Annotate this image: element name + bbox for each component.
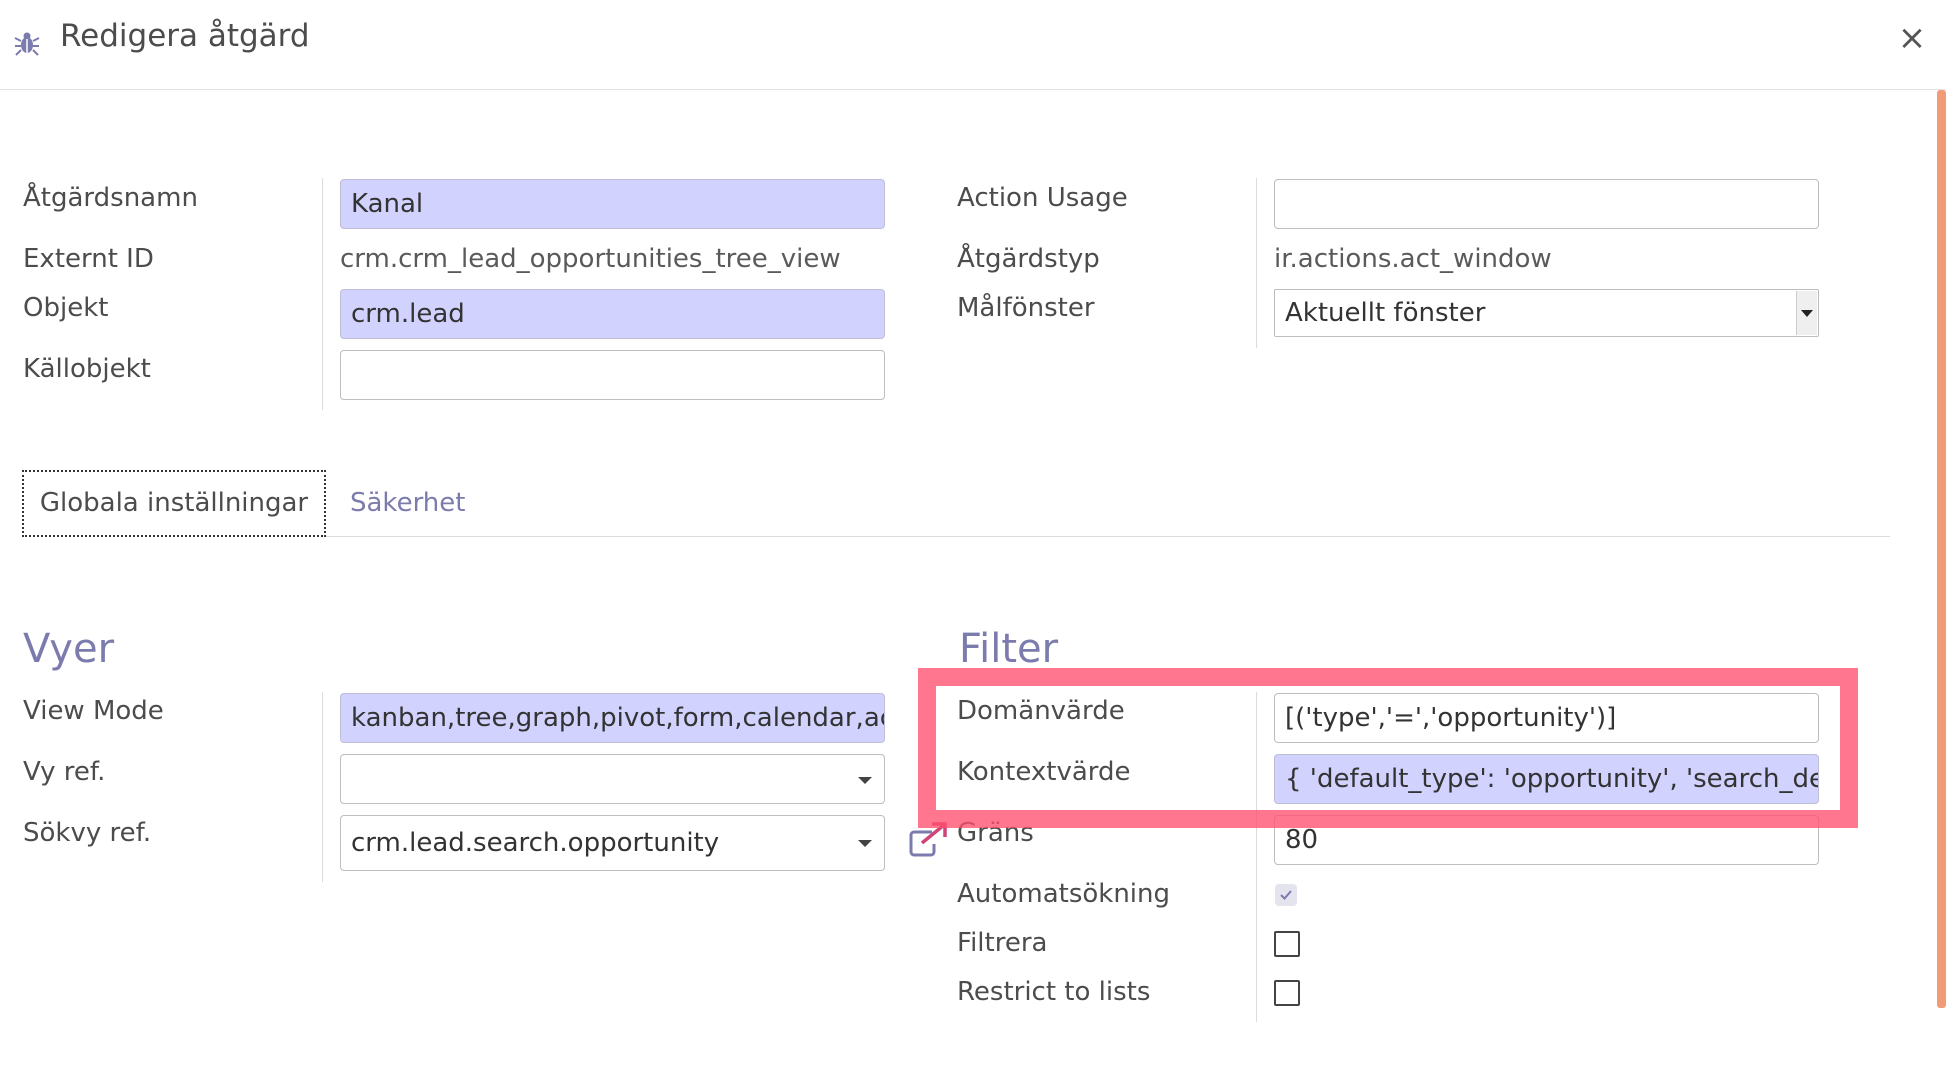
action-usage-input[interactable]	[1274, 179, 1819, 229]
context-input[interactable]: { 'default_type': 'opportunity', 'search…	[1274, 754, 1819, 804]
filter-flag-checkbox[interactable]	[1274, 931, 1300, 957]
action-type-label: Åtgärdstyp	[957, 244, 1100, 274]
context-label: Kontextvärde	[957, 757, 1131, 787]
column-divider	[1256, 178, 1257, 348]
action-name-input[interactable]: Kanal	[340, 179, 885, 229]
domain-input[interactable]: [('type','=','opportunity')]	[1274, 693, 1819, 743]
view-ref-select[interactable]	[340, 754, 885, 804]
auto-search-label: Automatsökning	[957, 879, 1171, 909]
dialog-title: Redigera åtgärd	[60, 18, 310, 54]
view-mode-input[interactable]: kanban,tree,graph,pivot,form,calendar,ac…	[340, 693, 885, 743]
auto-search-checkbox[interactable]	[1275, 884, 1297, 906]
external-id-label: Externt ID	[23, 244, 154, 274]
action-type-value: ir.actions.act_window	[1274, 244, 1552, 274]
filter-section-title: Filter	[959, 626, 1059, 672]
column-divider	[322, 692, 323, 882]
chevron-down-icon	[858, 777, 872, 784]
tab-global-settings[interactable]: Globala inställningar	[22, 470, 326, 537]
search-view-ref-label: Sökvy ref.	[23, 818, 152, 848]
restrict-to-lists-checkbox[interactable]	[1274, 980, 1300, 1006]
filter-flag-label: Filtrera	[957, 928, 1048, 958]
chevron-down-icon	[858, 840, 872, 847]
source-object-input[interactable]	[340, 350, 885, 400]
check-icon	[1280, 890, 1292, 900]
external-link-icon[interactable]	[908, 822, 948, 858]
tab-security[interactable]: Säkerhet	[350, 470, 465, 537]
external-id-value: crm.crm_lead_opportunities_tree_view	[340, 244, 841, 274]
edit-action-dialog: Redigera åtgärd × Åtgärdsnamn Externt ID…	[0, 0, 1946, 1089]
bug-icon	[14, 32, 40, 56]
dialog-header: Redigera åtgärd ×	[0, 0, 1946, 90]
search-view-ref-select[interactable]: crm.lead.search.opportunity	[340, 815, 885, 871]
close-button[interactable]: ×	[1896, 18, 1928, 58]
target-window-selected-value: Aktuellt fönster	[1285, 298, 1486, 328]
target-window-select[interactable]: Aktuellt fönster	[1274, 289, 1819, 337]
action-name-label: Åtgärdsnamn	[23, 183, 198, 213]
search-view-ref-selected-value: crm.lead.search.opportunity	[351, 828, 720, 858]
view-ref-label: Vy ref.	[23, 757, 106, 787]
action-usage-label: Action Usage	[957, 183, 1128, 213]
scrollbar[interactable]	[1937, 90, 1946, 1008]
column-divider	[322, 178, 323, 410]
limit-input[interactable]: 80	[1274, 815, 1819, 865]
chevron-down-icon[interactable]	[1796, 291, 1817, 335]
limit-label: Gräns	[957, 818, 1034, 848]
target-window-label: Målfönster	[957, 293, 1095, 323]
column-divider	[1256, 692, 1257, 1022]
restrict-to-lists-label: Restrict to lists	[957, 977, 1151, 1007]
domain-label: Domänvärde	[957, 696, 1125, 726]
source-object-label: Källobjekt	[23, 354, 151, 384]
views-section-title: Vyer	[23, 626, 115, 672]
highlight-annotation	[918, 668, 1858, 828]
object-input[interactable]: crm.lead	[340, 289, 885, 339]
view-mode-label: View Mode	[23, 696, 164, 726]
object-label: Objekt	[23, 293, 109, 323]
